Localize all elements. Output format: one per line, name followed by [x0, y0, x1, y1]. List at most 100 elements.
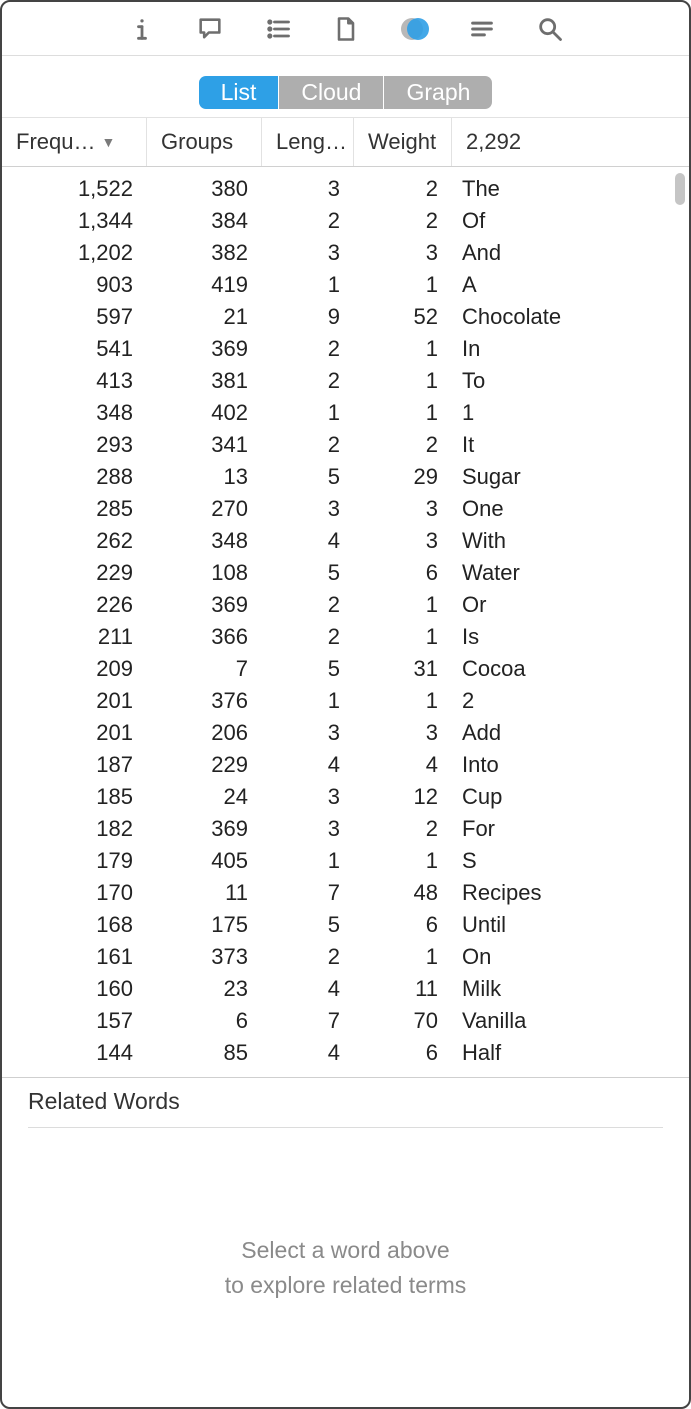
- header-weight-label: Weight: [368, 129, 436, 155]
- table-row[interactable]: 26234843With: [2, 525, 689, 557]
- table-row[interactable]: 1,34438422Of: [2, 205, 689, 237]
- header-groups[interactable]: Groups: [147, 118, 262, 166]
- table-row[interactable]: 22636921Or: [2, 589, 689, 621]
- table-row[interactable]: 90341911A: [2, 269, 689, 301]
- table-scroll-area[interactable]: 1,52238032The1,34438422Of1,20238233And90…: [2, 167, 689, 1077]
- cell-length: 1: [262, 272, 354, 298]
- view-mode-segmented: List Cloud Graph: [199, 76, 493, 109]
- cell-weight: 1: [354, 368, 452, 394]
- table-row[interactable]: 201376112: [2, 685, 689, 717]
- cell-groups: 85: [147, 1040, 262, 1066]
- comment-icon[interactable]: [195, 14, 225, 44]
- info-icon[interactable]: [127, 14, 157, 44]
- view-mode-bar: List Cloud Graph: [2, 56, 689, 117]
- table-row[interactable]: 17011748Recipes: [2, 877, 689, 909]
- cell-length: 7: [262, 880, 354, 906]
- header-length[interactable]: Leng…: [262, 118, 354, 166]
- cell-weight: 6: [354, 912, 452, 938]
- related-words-pane: Related Words Select a word above to exp…: [2, 1077, 689, 1407]
- table-row[interactable]: 18236932For: [2, 813, 689, 845]
- cell-length: 2: [262, 336, 354, 362]
- cell-frequency: 1,202: [2, 240, 147, 266]
- table-row[interactable]: 18524312Cup: [2, 781, 689, 813]
- header-word-count-label: 2,292: [466, 129, 521, 155]
- scrollbar-thumb[interactable]: [675, 173, 685, 205]
- tab-graph[interactable]: Graph: [384, 76, 492, 109]
- concordance-icon[interactable]: [399, 14, 429, 44]
- cell-frequency: 211: [2, 624, 147, 650]
- table-row[interactable]: 2097531Cocoa: [2, 653, 689, 685]
- table-row[interactable]: 22910856Water: [2, 557, 689, 589]
- cell-weight: 2: [354, 208, 452, 234]
- cell-length: 5: [262, 656, 354, 682]
- cell-weight: 3: [354, 240, 452, 266]
- cell-frequency: 168: [2, 912, 147, 938]
- cell-frequency: 1,522: [2, 176, 147, 202]
- tab-list[interactable]: List: [199, 76, 280, 109]
- cell-word: Cocoa: [452, 656, 689, 682]
- cell-weight: 6: [354, 560, 452, 586]
- cell-length: 2: [262, 592, 354, 618]
- table-row[interactable]: 54136921In: [2, 333, 689, 365]
- cell-length: 4: [262, 1040, 354, 1066]
- table-row[interactable]: 1448546Half: [2, 1037, 689, 1069]
- cell-groups: 108: [147, 560, 262, 586]
- table-row[interactable]: 1,52238032The: [2, 173, 689, 205]
- table-row[interactable]: 59721952Chocolate: [2, 301, 689, 333]
- table-row[interactable]: 21136621Is: [2, 621, 689, 653]
- table-row[interactable]: 16137321On: [2, 941, 689, 973]
- cell-groups: 270: [147, 496, 262, 522]
- cell-groups: 381: [147, 368, 262, 394]
- cell-word: Cup: [452, 784, 689, 810]
- cell-length: 5: [262, 464, 354, 490]
- cell-length: 2: [262, 432, 354, 458]
- cell-groups: 13: [147, 464, 262, 490]
- cell-frequency: 903: [2, 272, 147, 298]
- cell-weight: 29: [354, 464, 452, 490]
- cell-length: 5: [262, 912, 354, 938]
- table-row[interactable]: 28813529Sugar: [2, 461, 689, 493]
- cell-groups: 376: [147, 688, 262, 714]
- cell-length: 2: [262, 624, 354, 650]
- header-weight[interactable]: Weight: [354, 118, 452, 166]
- cell-word: Is: [452, 624, 689, 650]
- related-empty-line2: to explore related terms: [225, 1268, 467, 1303]
- header-word-count[interactable]: 2,292: [452, 118, 689, 166]
- document-icon[interactable]: [331, 14, 361, 44]
- cell-frequency: 541: [2, 336, 147, 362]
- table-row[interactable]: 16023411Milk: [2, 973, 689, 1005]
- table-row[interactable]: 18722944Into: [2, 749, 689, 781]
- table-row[interactable]: 29334122It: [2, 429, 689, 461]
- cell-word: Of: [452, 208, 689, 234]
- search-icon[interactable]: [535, 14, 565, 44]
- cell-weight: 6: [354, 1040, 452, 1066]
- cell-word: Or: [452, 592, 689, 618]
- table-row[interactable]: 348402111: [2, 397, 689, 429]
- cell-word: With: [452, 528, 689, 554]
- table-row[interactable]: 20120633Add: [2, 717, 689, 749]
- cell-weight: 2: [354, 816, 452, 842]
- cell-word: Water: [452, 560, 689, 586]
- tab-cloud[interactable]: Cloud: [279, 76, 384, 109]
- table-row[interactable]: 16817556Until: [2, 909, 689, 941]
- cell-word: The: [452, 176, 689, 202]
- cell-word: On: [452, 944, 689, 970]
- cell-groups: 369: [147, 336, 262, 362]
- table-row[interactable]: 28527033One: [2, 493, 689, 525]
- cell-word: For: [452, 816, 689, 842]
- table-row[interactable]: 41338121To: [2, 365, 689, 397]
- cell-weight: 3: [354, 528, 452, 554]
- table-row[interactable]: 1576770Vanilla: [2, 1005, 689, 1037]
- cell-word: S: [452, 848, 689, 874]
- cell-length: 1: [262, 848, 354, 874]
- table-row[interactable]: 1,20238233And: [2, 237, 689, 269]
- list-icon[interactable]: [263, 14, 293, 44]
- cell-word: Until: [452, 912, 689, 938]
- cell-weight: 4: [354, 752, 452, 778]
- cell-weight: 12: [354, 784, 452, 810]
- table-row[interactable]: 17940511S: [2, 845, 689, 877]
- header-frequency[interactable]: Frequ… ▼: [2, 118, 147, 166]
- cell-weight: 1: [354, 336, 452, 362]
- cell-groups: 369: [147, 816, 262, 842]
- paragraph-icon[interactable]: [467, 14, 497, 44]
